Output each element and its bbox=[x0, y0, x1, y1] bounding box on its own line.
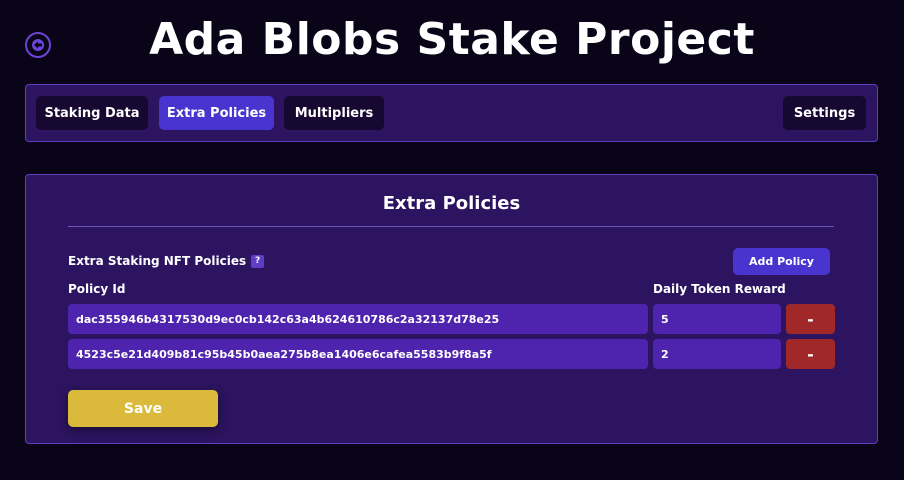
remove-policy-button[interactable]: - bbox=[786, 304, 835, 334]
add-policy-button[interactable]: Add Policy bbox=[733, 248, 830, 275]
tab-staking-data[interactable]: Staking Data bbox=[36, 96, 148, 130]
divider bbox=[68, 226, 834, 227]
policy-id-input[interactable]: dac355946b4317530d9ec0cb142c63a4b6246107… bbox=[68, 304, 648, 334]
section-label: Extra Staking NFT Policies ? bbox=[68, 254, 265, 268]
column-header-daily-reward: Daily Token Reward bbox=[653, 282, 786, 296]
extra-policies-panel: Extra Policies Extra Staking NFT Policie… bbox=[25, 174, 878, 444]
settings-button[interactable]: Settings bbox=[783, 96, 866, 130]
policy-row: dac355946b4317530d9ec0cb142c63a4b6246107… bbox=[68, 304, 835, 334]
daily-reward-input[interactable]: 2 bbox=[653, 339, 781, 369]
nav-bar: Staking Data Extra Policies Multipliers … bbox=[25, 84, 878, 142]
remove-policy-button[interactable]: - bbox=[786, 339, 835, 369]
help-icon[interactable]: ? bbox=[251, 254, 265, 268]
column-header-policy-id: Policy Id bbox=[68, 282, 126, 296]
tab-multipliers[interactable]: Multipliers bbox=[284, 96, 384, 130]
section-label-text: Extra Staking NFT Policies bbox=[68, 254, 247, 268]
save-button[interactable]: Save bbox=[68, 390, 218, 427]
policy-id-input[interactable]: 4523c5e21d409b81c95b45b0aea275b8ea1406e6… bbox=[68, 339, 648, 369]
policy-row: 4523c5e21d409b81c95b45b0aea275b8ea1406e6… bbox=[68, 339, 835, 369]
tab-extra-policies[interactable]: Extra Policies bbox=[159, 96, 274, 130]
daily-reward-input[interactable]: 5 bbox=[653, 304, 781, 334]
page-title: Ada Blobs Stake Project bbox=[149, 14, 755, 65]
panel-title: Extra Policies bbox=[382, 193, 521, 214]
